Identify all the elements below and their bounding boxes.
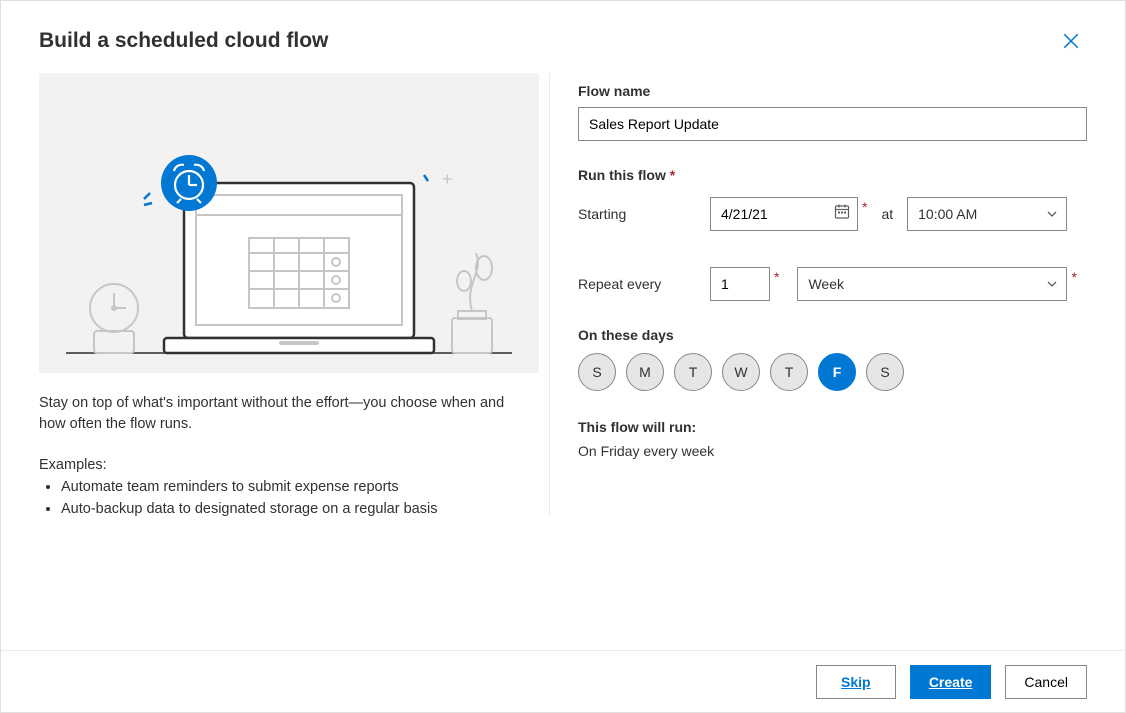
day-toggle-thursday[interactable]: T bbox=[770, 353, 808, 391]
dialog-title: Build a scheduled cloud flow bbox=[39, 29, 328, 53]
required-asterisk: * bbox=[862, 197, 867, 215]
days-row: SMTWTFS bbox=[578, 353, 1087, 391]
description-text: Stay on top of what's important without … bbox=[39, 393, 519, 435]
on-these-days-label: On these days bbox=[578, 327, 1087, 343]
required-asterisk: * bbox=[774, 267, 779, 285]
close-button[interactable] bbox=[1055, 25, 1087, 57]
chevron-down-icon bbox=[1046, 208, 1058, 220]
required-asterisk: * bbox=[1071, 267, 1076, 285]
examples-list: Automate team reminders to submit expens… bbox=[39, 477, 519, 521]
repeat-count-input[interactable] bbox=[710, 267, 770, 301]
scheduled-flow-dialog: Build a scheduled cloud flow bbox=[0, 0, 1126, 713]
summary-label: This flow will run: bbox=[578, 419, 1087, 435]
dialog-footer: Skip Create Cancel bbox=[1, 650, 1125, 712]
repeat-unit-select[interactable]: Week bbox=[797, 267, 1067, 301]
dialog-header: Build a scheduled cloud flow bbox=[1, 1, 1125, 67]
svg-text:+: + bbox=[442, 169, 453, 189]
starting-label: Starting bbox=[578, 206, 710, 222]
day-toggle-wednesday[interactable]: W bbox=[722, 353, 760, 391]
starting-time-select[interactable]: 10:00 AM bbox=[907, 197, 1067, 231]
create-button[interactable]: Create bbox=[910, 665, 992, 699]
day-toggle-sunday[interactable]: S bbox=[578, 353, 616, 391]
day-toggle-friday[interactable]: F bbox=[818, 353, 856, 391]
summary-text: On Friday every week bbox=[578, 443, 1087, 459]
close-icon bbox=[1062, 32, 1080, 50]
day-toggle-tuesday[interactable]: T bbox=[674, 353, 712, 391]
illustration: + bbox=[39, 73, 539, 373]
example-item: Auto-backup data to designated storage o… bbox=[61, 499, 519, 521]
examples-label: Examples: bbox=[39, 457, 519, 473]
cancel-button[interactable]: Cancel bbox=[1005, 665, 1087, 699]
repeat-unit-value: Week bbox=[808, 276, 844, 292]
form-panel: Flow name Run this flow Starting * at bbox=[550, 67, 1087, 521]
flow-name-label: Flow name bbox=[578, 83, 1087, 99]
at-label: at bbox=[881, 206, 893, 222]
example-item: Automate team reminders to submit expens… bbox=[61, 477, 519, 499]
flow-name-input[interactable] bbox=[578, 107, 1087, 141]
chevron-down-icon bbox=[1046, 278, 1058, 290]
day-toggle-saturday[interactable]: S bbox=[866, 353, 904, 391]
starting-time-value: 10:00 AM bbox=[918, 206, 977, 222]
calendar-icon[interactable] bbox=[834, 204, 850, 225]
left-panel: + Stay on top of what's important withou… bbox=[39, 67, 549, 521]
skip-button[interactable]: Skip bbox=[816, 665, 896, 699]
day-toggle-monday[interactable]: M bbox=[626, 353, 664, 391]
repeat-every-label: Repeat every bbox=[578, 276, 710, 292]
run-this-flow-label: Run this flow bbox=[578, 167, 1087, 183]
